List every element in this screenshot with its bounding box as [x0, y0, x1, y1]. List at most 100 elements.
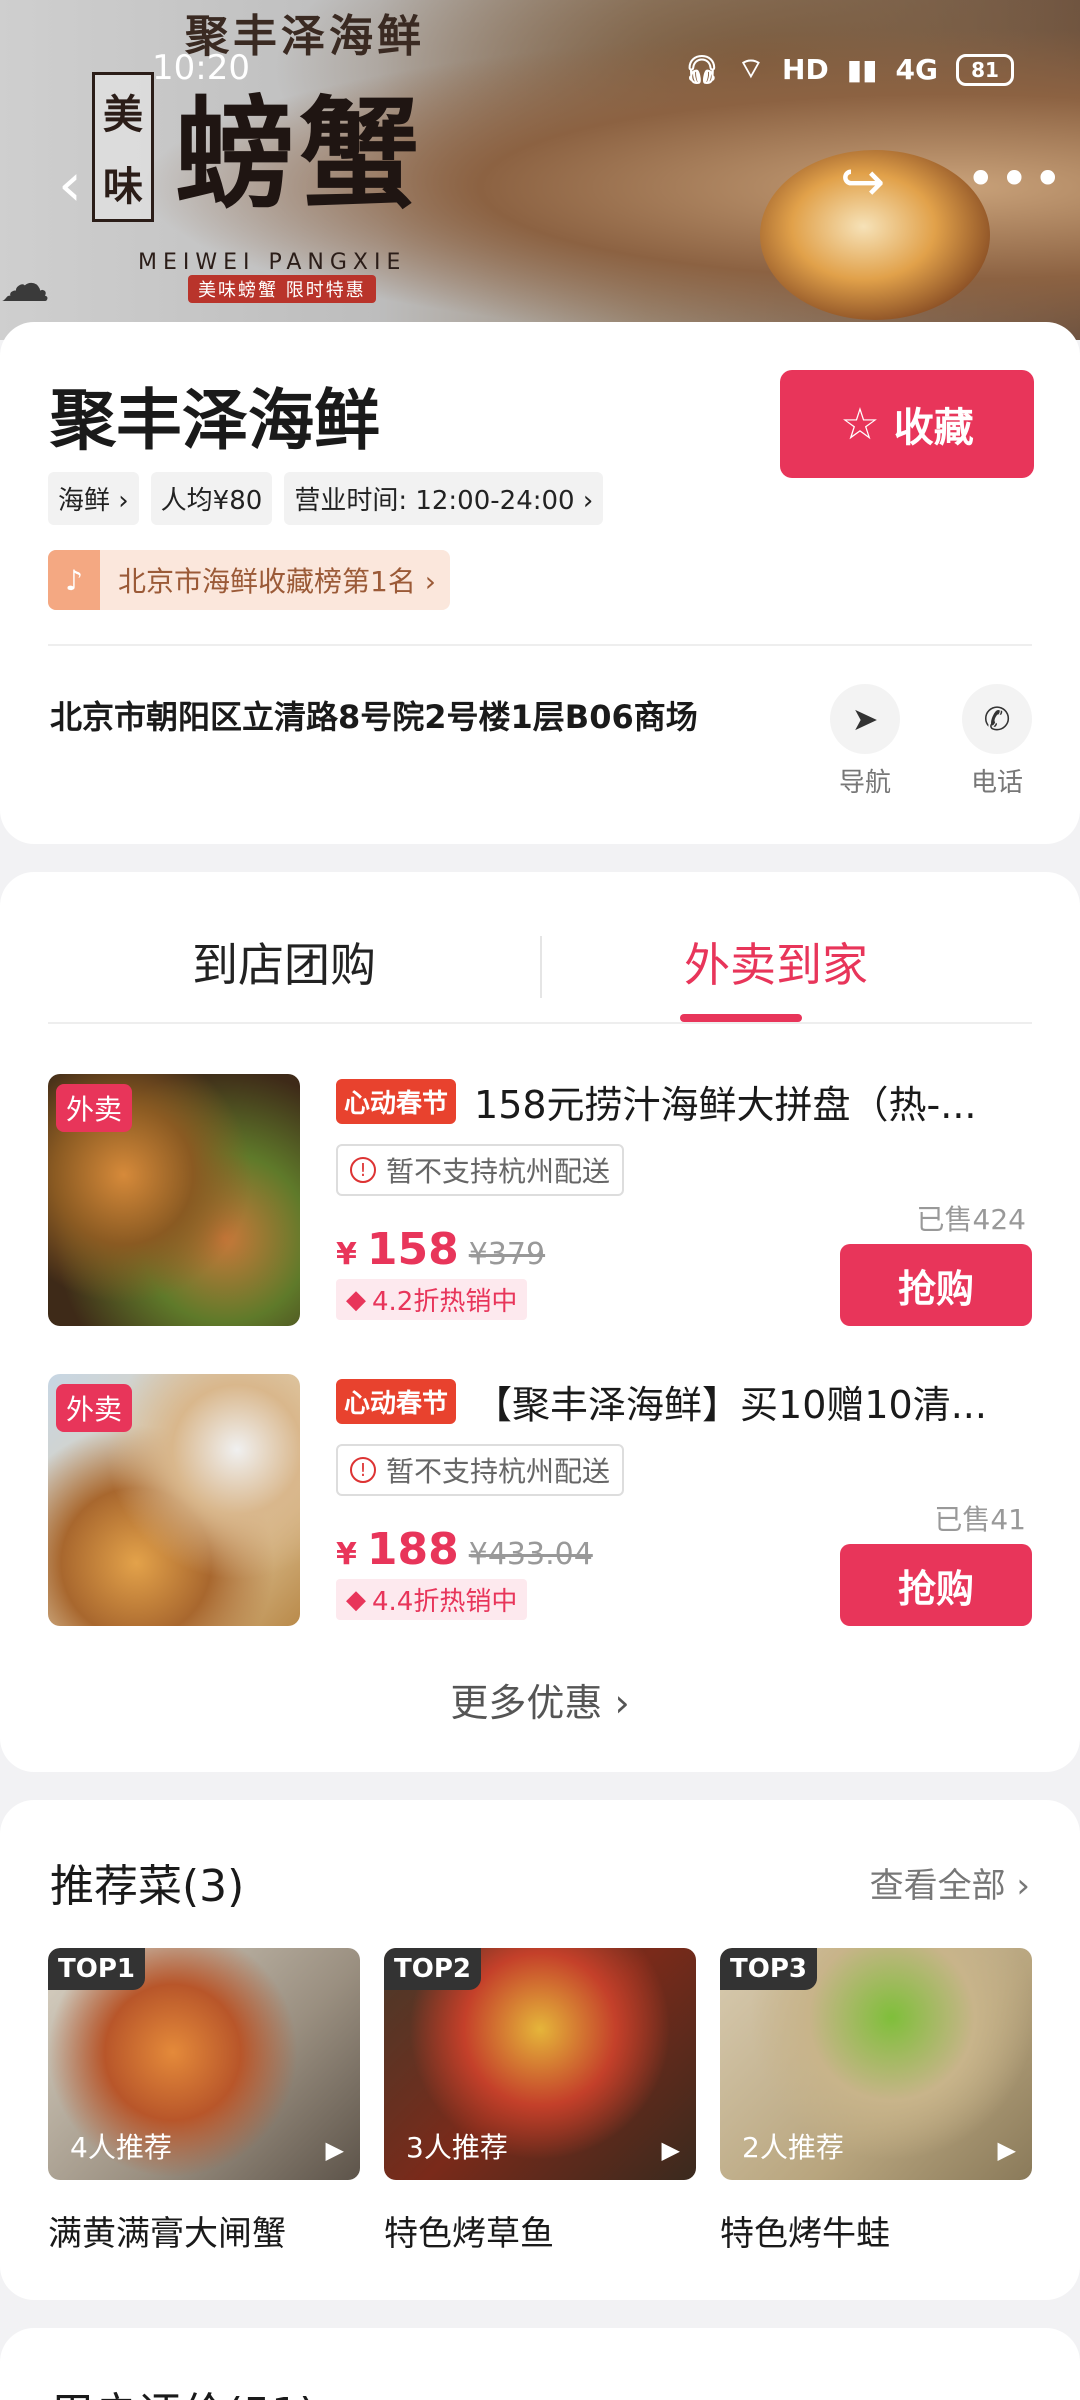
store-card: 聚丰泽海鲜 ☆ 收藏 海鲜 › 人均¥80 营业时间: 12:00-24:00 …: [0, 322, 1080, 844]
reviews-title: 用户评价(51): [50, 2378, 316, 2400]
delivery-badge: 外卖: [56, 1084, 133, 1132]
buy-button[interactable]: 抢购: [840, 1544, 1032, 1626]
price-row: ¥ 158 ¥379: [336, 1224, 545, 1275]
notice-text: 暂不支持杭州配送: [386, 1155, 611, 1188]
currency-symbol: ¥: [336, 1237, 357, 1272]
tab-delivery[interactable]: 外卖到家: [684, 929, 868, 995]
deal-item[interactable]: 外卖 心动春节 158元捞汁海鲜大拼盘（热-... ! 暂不支持杭州配送 ¥ 1…: [48, 1074, 1032, 1326]
warning-icon: !: [350, 1157, 376, 1183]
dish-rank-badge: TOP3: [720, 1948, 817, 1990]
store-address: 北京市朝阳区立清路8号院2号楼1层B06商场: [50, 698, 698, 736]
dish-rank-badge: TOP1: [48, 1948, 145, 1990]
share-icon[interactable]: ↪: [840, 150, 885, 213]
hero-stamp-char: 味: [103, 163, 143, 210]
dish-name: 特色烤牛蛙: [720, 2214, 890, 2254]
tag-avg-price: 人均¥80: [150, 472, 273, 525]
deal-tabs: 到店团购 外卖到家: [48, 924, 1032, 1024]
discount-badge: ◆ 4.2折热销中: [336, 1279, 528, 1320]
sold-count: 已售41: [934, 1503, 1026, 1536]
favorite-button[interactable]: ☆ 收藏: [780, 370, 1034, 478]
battery-level: 81: [971, 57, 999, 82]
dish-rank-badge: TOP2: [384, 1948, 481, 1990]
hd-indicator: HD: [782, 53, 829, 86]
status-bar: 10:20 🎧︎ ⌔ HD ▮▮ 4G 81: [0, 44, 1080, 94]
original-price: ¥379: [468, 1237, 546, 1272]
hero-banner: 聚丰泽海鲜 美 味 螃蟹 MEIWEI PANGXIE 美味螃蟹 限时特惠 ☁ …: [0, 0, 1080, 340]
deal-image: 外卖: [48, 1374, 300, 1626]
dish-image: TOP1 4人推荐 ▶: [48, 1948, 360, 2180]
original-price: ¥433.04: [468, 1537, 593, 1572]
deals-card: 到店团购 外卖到家 外卖 心动春节 158元捞汁海鲜大拼盘（热-... ! 暂不…: [0, 872, 1080, 1772]
tag-hours[interactable]: 营业时间: 12:00-24:00 ›: [284, 472, 604, 525]
divider: [48, 644, 1032, 646]
wifi-icon: ⌔: [737, 52, 765, 85]
buy-button[interactable]: 抢购: [840, 1244, 1032, 1326]
douyin-icon: ♪: [48, 550, 100, 610]
notice-text: 暂不支持杭州配送: [386, 1455, 611, 1488]
store-tags: 海鲜 › 人均¥80 营业时间: 12:00-24:00 ›: [48, 472, 604, 525]
favorite-label: 收藏: [893, 405, 974, 451]
ranking-text: 北京市海鲜收藏榜第1名 ›: [118, 565, 436, 598]
status-time: 10:20: [152, 48, 250, 88]
tab-in-store[interactable]: 到店团购: [192, 929, 376, 995]
reviews-card: 用户评价(51): [0, 2328, 1080, 2400]
sold-count: 已售424: [916, 1203, 1026, 1236]
festival-badge: 心动春节: [336, 1379, 457, 1424]
recommended-title: 推荐菜(3): [50, 1861, 245, 1912]
view-all-link[interactable]: 查看全部 ›: [870, 1858, 1030, 1907]
deal-title-row: 心动春节 158元捞汁海鲜大拼盘（热-...: [336, 1074, 1036, 1129]
hero-subtitle: 美味螃蟹 限时特惠: [188, 275, 376, 303]
discount-text: 4.4折热销中: [372, 1587, 518, 1617]
dish-card[interactable]: TOP1 4人推荐 ▶ 满黄满膏大闸蟹: [48, 1948, 360, 2255]
headphone-icon: 🎧︎: [684, 53, 720, 86]
dish-card[interactable]: TOP2 3人推荐 ▶ 特色烤草鱼: [384, 1948, 696, 2255]
back-icon[interactable]: ‹: [58, 150, 82, 220]
phone-button[interactable]: ✆ 电话: [952, 684, 1042, 799]
hero-pinyin: MEIWEI PANGXIE: [138, 250, 407, 275]
cloud-decoration-icon: ☁: [0, 255, 50, 313]
tag-icon: ◆: [346, 1284, 366, 1315]
delivery-badge: 外卖: [56, 1384, 133, 1432]
delivery-notice: ! 暂不支持杭州配送: [336, 1144, 625, 1196]
delivery-notice: ! 暂不支持杭州配送: [336, 1444, 625, 1496]
dish-rec-count: 3人推荐: [406, 2131, 508, 2164]
phone-label: 电话: [970, 768, 1023, 798]
play-icon: ▶: [325, 2136, 344, 2164]
dish-image: TOP3 2人推荐 ▶: [720, 1948, 1032, 2180]
discount-text: 4.2折热销中: [372, 1287, 518, 1317]
star-icon: ☆: [840, 398, 880, 450]
dish-name: 特色烤草鱼: [384, 2214, 554, 2254]
ranking-badge[interactable]: ♪ 北京市海鲜收藏榜第1名 ›: [48, 550, 450, 610]
battery-icon: 81: [956, 53, 1014, 86]
warning-icon: !: [350, 1457, 376, 1483]
deal-item[interactable]: 外卖 心动春节 【聚丰泽海鲜】买10赠10清... ! 暂不支持杭州配送 ¥ 1…: [48, 1374, 1032, 1626]
more-icon[interactable]: •••: [966, 150, 1066, 208]
dish-card[interactable]: TOP3 2人推荐 ▶ 特色烤牛蛙: [720, 1948, 1032, 2255]
deal-name: 【聚丰泽海鲜】买10赠10清...: [474, 1383, 987, 1427]
dish-name: 满黄满膏大闸蟹: [48, 2214, 286, 2254]
current-price: 188: [366, 1524, 459, 1575]
discount-badge: ◆ 4.4折热销中: [336, 1579, 528, 1620]
tag-category[interactable]: 海鲜 ›: [48, 472, 139, 525]
play-icon: ▶: [661, 2136, 680, 2164]
current-price: 158: [366, 1224, 459, 1275]
hero-title: 螃蟹: [175, 84, 423, 225]
signal-4g-label: 4G: [895, 53, 938, 86]
more-deals-link[interactable]: 更多优惠 ›: [0, 1672, 1080, 1727]
dish-image: TOP2 3人推荐 ▶: [384, 1948, 696, 2180]
signal-icon: ▮▮: [846, 53, 878, 86]
currency-symbol: ¥: [336, 1537, 357, 1572]
deal-title-row: 心动春节 【聚丰泽海鲜】买10赠10清...: [336, 1374, 1036, 1429]
recommended-card: 推荐菜(3) 查看全部 › TOP1 4人推荐 ▶ 满黄满膏大闸蟹 TOP2 3…: [0, 1800, 1080, 2300]
deal-name: 158元捞汁海鲜大拼盘（热-...: [474, 1083, 977, 1127]
tag-icon: ◆: [346, 1584, 366, 1615]
status-icons: 🎧︎ ⌔ HD ▮▮ 4G 81: [684, 52, 1014, 87]
navigate-button[interactable]: ➤ 导航: [820, 684, 910, 799]
deal-image: 外卖: [48, 1074, 300, 1326]
navigate-label: 导航: [838, 768, 891, 798]
price-row: ¥ 188 ¥433.04: [336, 1524, 593, 1575]
dish-rec-count: 4人推荐: [70, 2131, 172, 2164]
tab-separator: [540, 936, 542, 998]
phone-icon: ✆: [962, 684, 1032, 754]
active-tab-indicator: [680, 1014, 802, 1022]
